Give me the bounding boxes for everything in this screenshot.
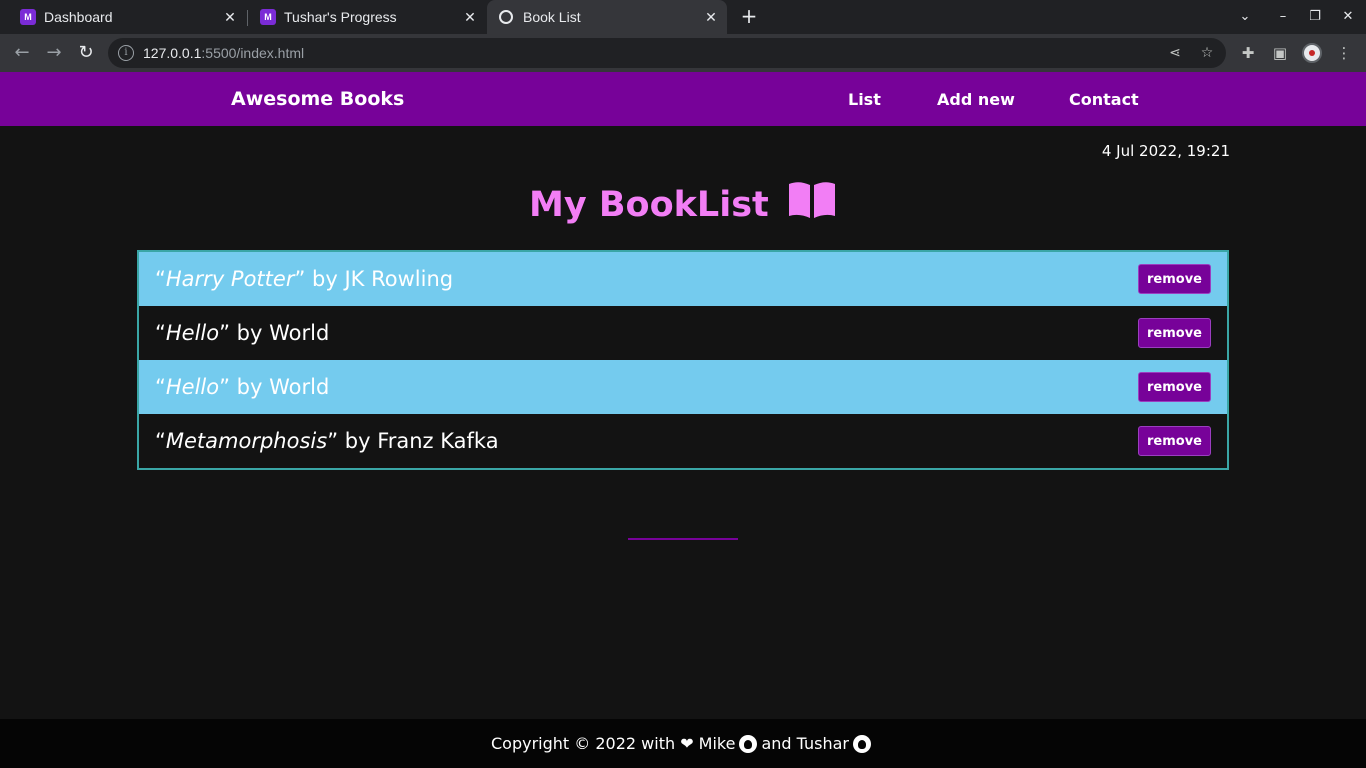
tab-title: Book List (523, 9, 581, 25)
remove-button[interactable]: remove (1138, 264, 1211, 294)
book-entry: “Harry Potter” by JK Rowling (155, 267, 454, 291)
bookmark-star-icon[interactable]: ☆ (1197, 43, 1217, 63)
url-text: 127.0.0.1:5500/index.html (143, 45, 304, 61)
menu-icon[interactable]: ⋮ (1334, 43, 1354, 63)
book-list: “Harry Potter” by JK Rowling remove “Hel… (137, 250, 1229, 470)
minimize-icon[interactable]: – (1267, 0, 1299, 34)
site-info-icon[interactable]: i (118, 45, 134, 61)
tab-dashboard[interactable]: M Dashboard ✕ (0, 0, 246, 34)
footer-copyright: Copyright © 2022 with ❤ Mike (491, 734, 736, 753)
app-favicon-icon: M (20, 9, 36, 25)
book-entry: “Hello” by World (155, 321, 330, 345)
book-title: Harry Potter (165, 267, 295, 291)
tab-book-list[interactable]: Book List ✕ (487, 0, 727, 34)
brand-logo[interactable]: Awesome Books (231, 88, 404, 110)
book-author: World (269, 375, 330, 399)
github-icon[interactable] (853, 734, 871, 753)
extensions-icon[interactable]: ✚ (1238, 43, 1258, 63)
share-icon[interactable]: ⋖ (1165, 43, 1185, 63)
side-panel-icon[interactable]: ▣ (1270, 43, 1290, 63)
tab-search-icon[interactable]: ⌄ (1229, 0, 1261, 34)
close-tab-icon[interactable]: ✕ (460, 9, 480, 26)
remove-button[interactable]: remove (1138, 426, 1211, 456)
globe-icon (499, 10, 513, 24)
close-tab-icon[interactable]: ✕ (701, 9, 721, 26)
book-entry: “Hello” by World (155, 375, 330, 399)
restore-icon[interactable]: ❐ (1299, 0, 1331, 34)
remove-button[interactable]: remove (1138, 318, 1211, 348)
open-book-icon (788, 182, 835, 218)
url-path: :5500/index.html (201, 45, 305, 61)
page-title: My BookList (0, 180, 1366, 225)
profile-avatar[interactable] (1302, 43, 1322, 63)
url-host: 127.0.0.1 (143, 45, 202, 61)
nav-link-add-new[interactable]: Add new (937, 90, 1015, 109)
reload-icon[interactable]: ↻ (74, 41, 98, 65)
close-window-icon[interactable]: ✕ (1332, 0, 1364, 34)
browser-toolbar: ← → ↻ i 127.0.0.1:5500/index.html ⋖ ☆ ✚ … (0, 34, 1366, 72)
book-row: “Hello” by World remove (139, 360, 1227, 414)
address-bar[interactable]: i 127.0.0.1:5500/index.html ⋖ ☆ (108, 38, 1226, 68)
book-title: Metamorphosis (165, 429, 328, 453)
close-tab-icon[interactable]: ✕ (220, 9, 240, 26)
footer: Copyright © 2022 with ❤ Mike and Tushar (0, 719, 1366, 768)
github-icon[interactable] (739, 734, 758, 753)
book-row: “Hello” by World remove (139, 306, 1227, 360)
book-title: Hello (165, 375, 220, 399)
section-divider (628, 538, 738, 540)
site-navbar: Awesome Books List Add new Contact (0, 72, 1366, 126)
tab-tushars-progress[interactable]: M Tushar's Progress ✕ (240, 0, 486, 34)
remove-button[interactable]: remove (1138, 372, 1211, 402)
book-row: “Metamorphosis” by Franz Kafka remove (139, 414, 1227, 468)
book-row: “Harry Potter” by JK Rowling remove (139, 252, 1227, 306)
nav-link-contact[interactable]: Contact (1069, 90, 1139, 109)
book-author: World (269, 321, 330, 345)
nav-link-list[interactable]: List (848, 90, 881, 109)
footer-and: and Tushar (761, 734, 849, 753)
book-entry: “Metamorphosis” by Franz Kafka (155, 429, 499, 453)
back-icon[interactable]: ← (10, 41, 34, 65)
forward-icon[interactable]: → (42, 41, 66, 65)
browser-tab-bar: M Dashboard ✕ M Tushar's Progress ✕ Book… (0, 0, 1366, 34)
current-datetime: 4 Jul 2022, 19:21 (1101, 142, 1230, 160)
new-tab-button[interactable]: + (737, 4, 761, 28)
app-favicon-icon: M (260, 9, 276, 25)
page-title-text: My BookList (529, 185, 769, 225)
book-author: JK Rowling (344, 267, 454, 291)
tab-title: Tushar's Progress (284, 9, 397, 25)
tab-title: Dashboard (44, 9, 113, 25)
book-title: Hello (165, 321, 220, 345)
book-author: Franz Kafka (377, 429, 499, 453)
